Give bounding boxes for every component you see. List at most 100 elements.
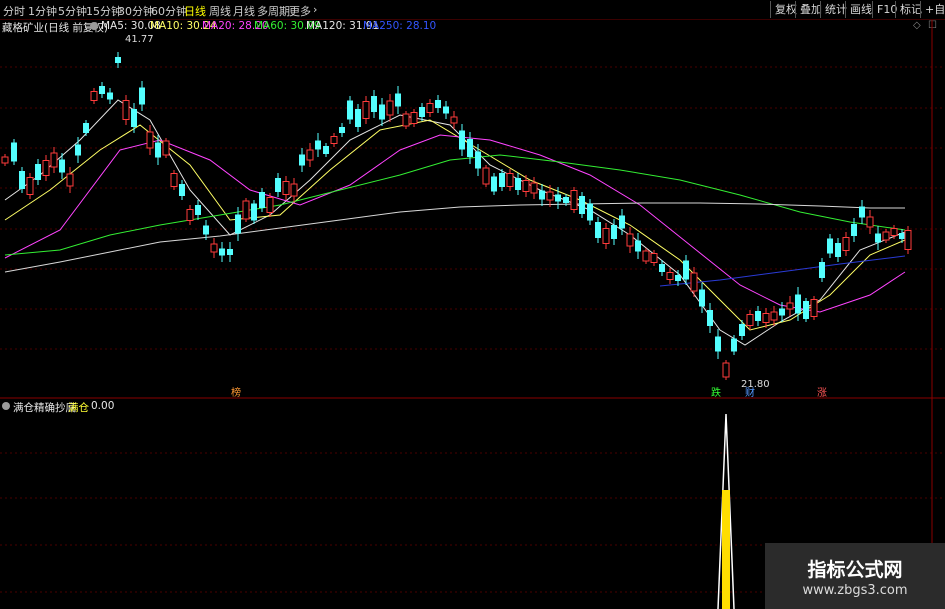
candle-body-down xyxy=(459,130,465,150)
candle-body-down xyxy=(699,289,705,307)
candle-body-up xyxy=(842,237,850,251)
candle-body-down xyxy=(35,164,41,180)
candle-body-down xyxy=(59,159,65,173)
candle-body-up xyxy=(266,197,274,213)
candle-body-up xyxy=(306,149,314,161)
candle-body-down xyxy=(467,139,473,157)
candle-body-down xyxy=(859,206,865,218)
candle-body-down xyxy=(563,197,569,203)
candle-body-down xyxy=(827,238,833,254)
candle-body-down xyxy=(555,194,561,202)
candle-body-up xyxy=(746,314,754,326)
candle-body-up xyxy=(186,209,194,221)
candle-body-down xyxy=(379,104,385,120)
ma60-line xyxy=(4,154,906,256)
candle-body-up xyxy=(330,136,338,144)
candle-body-up xyxy=(146,131,154,149)
candle-body-up xyxy=(506,173,514,187)
ma120-line xyxy=(4,202,905,273)
candle-body-up xyxy=(690,272,698,292)
candle-body-down xyxy=(275,178,281,192)
candle-body-up xyxy=(650,253,658,263)
candle-body-down xyxy=(355,109,361,127)
candle-body-down xyxy=(795,294,801,314)
watermark-url: www.zbgs3.com xyxy=(802,583,908,598)
candle-body-down xyxy=(755,311,761,321)
candle-body-down xyxy=(443,106,449,114)
candle-body-up xyxy=(42,160,50,176)
candle-body-up xyxy=(530,182,538,194)
candle-body-down xyxy=(715,336,721,352)
high-price-label: 41.77 xyxy=(125,34,154,45)
candle-body-down xyxy=(875,233,881,243)
ma20-line xyxy=(4,134,906,313)
candle-body-down xyxy=(499,173,505,187)
candle-body-up xyxy=(290,183,298,197)
candle-body-down xyxy=(731,338,737,352)
candle-body-up xyxy=(402,113,410,127)
candle-body-down xyxy=(251,203,257,221)
candle-body-up xyxy=(866,216,874,228)
candle-body-up xyxy=(210,243,218,253)
candlesticks xyxy=(1,52,912,380)
candle-body-down xyxy=(835,243,841,257)
candle-body-down xyxy=(339,127,345,133)
marker-cai: 财 xyxy=(745,386,755,399)
candle-body-down xyxy=(11,142,17,162)
candle-body-down xyxy=(99,86,105,94)
candle-body-down xyxy=(155,142,161,158)
kline-chart[interactable]: 41.77 21.80 榜 跌 财 涨 xyxy=(0,0,945,609)
watermark-title: 指标公式网 xyxy=(807,559,903,581)
candle-body-down xyxy=(115,57,121,63)
candle-body-down xyxy=(419,107,425,117)
candle-body-down xyxy=(131,109,137,127)
candle-body-down xyxy=(83,123,89,133)
candle-body-down xyxy=(235,214,241,234)
candle-body-down xyxy=(579,196,585,214)
candle-body-up xyxy=(546,191,554,201)
candle-body-down xyxy=(435,100,441,108)
candle-body-up xyxy=(722,362,730,378)
candle-body-down xyxy=(395,93,401,107)
candle-body-down xyxy=(475,151,481,169)
candle-body-down xyxy=(595,222,601,238)
candle-body-up xyxy=(362,101,370,119)
candle-body-up xyxy=(904,230,912,250)
candle-body-up xyxy=(626,233,634,247)
candle-body-up xyxy=(786,302,794,310)
candle-body-up xyxy=(882,231,890,241)
candle-body-down xyxy=(899,233,905,239)
candle-body-down xyxy=(611,225,617,239)
candle-body-down xyxy=(587,203,593,221)
candle-body-up xyxy=(386,100,394,116)
marker-bang: 榜 xyxy=(231,386,241,399)
candle-body-down xyxy=(299,154,305,166)
candle-body-up xyxy=(170,173,178,187)
candle-body-up xyxy=(522,180,530,192)
candle-body-down xyxy=(635,240,641,252)
candle-body-down xyxy=(819,262,825,278)
candle-body-up xyxy=(762,313,770,323)
candle-body-down xyxy=(19,171,25,189)
marker-die: 跌 xyxy=(711,386,721,399)
watermark-badge: 指标公式网 www.zbgs3.com xyxy=(765,543,945,609)
candle-body-down xyxy=(659,264,665,272)
candle-body-down xyxy=(323,146,329,154)
signal-bar xyxy=(722,490,730,609)
candle-body-down xyxy=(371,96,377,112)
ma10-line xyxy=(4,119,906,331)
candle-body-up xyxy=(570,190,578,210)
candle-body-down xyxy=(739,324,745,336)
candle-body-down xyxy=(851,224,857,236)
candle-body-down xyxy=(707,310,713,326)
candle-body-up xyxy=(426,103,434,113)
candle-body-down xyxy=(515,178,521,190)
candle-body-up xyxy=(602,228,610,244)
candle-body-up xyxy=(410,112,418,124)
moving-average-lines xyxy=(4,99,906,346)
candle-body-down xyxy=(683,260,689,280)
candle-body-down xyxy=(75,144,81,156)
candle-body-up xyxy=(242,200,250,220)
candle-body-up xyxy=(162,140,170,156)
candle-body-up xyxy=(50,152,58,168)
